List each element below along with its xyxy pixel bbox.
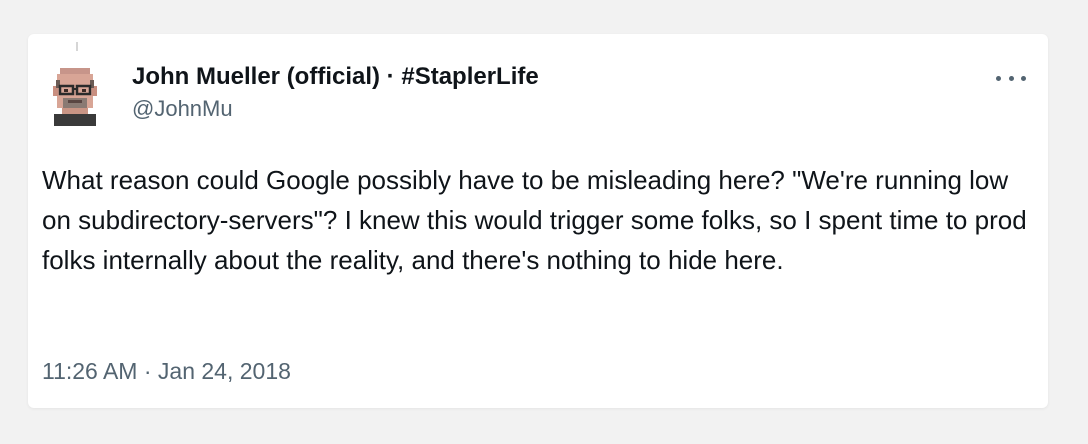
tweet-card: John Mueller (official) · #StaplerLife @… <box>28 34 1048 408</box>
avatar[interactable] <box>50 64 100 126</box>
dot-icon <box>1008 75 1014 81</box>
avatar-pixel-portrait-icon <box>53 68 97 126</box>
author-name[interactable]: John Mueller (official) · #StaplerLife <box>132 62 988 92</box>
tweet-timestamp[interactable]: 11:26 AM · Jan 24, 2018 <box>42 356 291 386</box>
dot-icon <box>996 75 1001 81</box>
more-horizontal-icon[interactable] <box>996 68 1026 88</box>
decorative-tick <box>76 42 78 51</box>
tweet-text: What reason could Google possibly have t… <box>42 165 1027 275</box>
dot-icon <box>1021 75 1026 81</box>
author-handle[interactable]: @JohnMu <box>132 94 988 124</box>
tweet-header: John Mueller (official) · #StaplerLife @… <box>132 62 988 124</box>
